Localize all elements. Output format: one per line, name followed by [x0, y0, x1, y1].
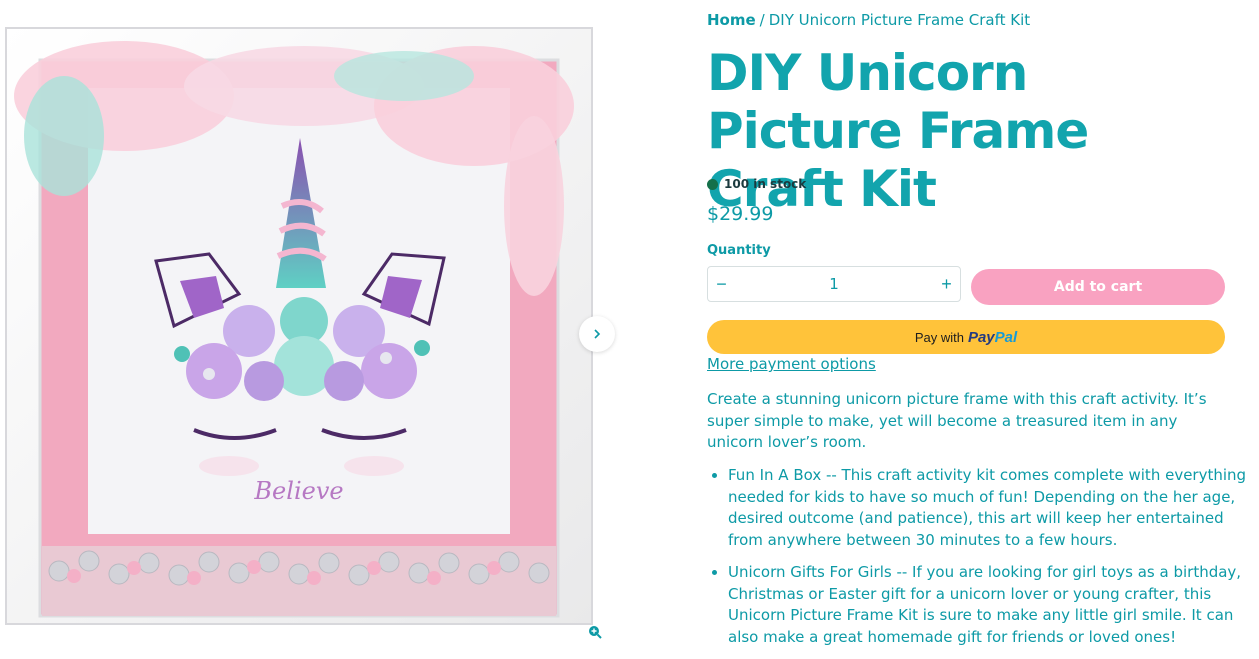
status-dot-icon — [707, 178, 718, 190]
chevron-right-icon — [594, 329, 601, 339]
zoom-button[interactable] — [585, 622, 605, 642]
paypal-logo-pay: Pay — [967, 328, 995, 346]
breadcrumb: Home / DIY Unicorn Picture Frame Craft Kit — [707, 11, 1030, 29]
stock-label: 100 in stock — [724, 177, 807, 191]
quantity-decrease-button[interactable]: − — [708, 267, 735, 301]
breadcrumb-home-link[interactable]: Home — [707, 11, 756, 29]
product-title: DIY Unicorn Picture Frame Craft Kit — [707, 44, 1089, 218]
paypal-prefix: Pay with — [914, 329, 964, 345]
quantity-increase-button[interactable]: + — [933, 267, 960, 301]
feature-list: Fun In A Box -- This craft activity kit … — [707, 465, 1248, 659]
feature-item: Fun In A Box -- This craft activity kit … — [728, 465, 1248, 551]
paypal-button[interactable]: Pay with Pay Pal — [707, 320, 1225, 354]
feature-item: Unicorn Gifts For Girls -- If you are lo… — [728, 562, 1248, 648]
image-caption: Believe — [253, 477, 343, 505]
breadcrumb-separator: / — [759, 11, 765, 29]
more-payment-options-link[interactable]: More payment options — [707, 355, 876, 373]
quantity-input[interactable] — [735, 274, 933, 294]
paypal-logo-pal: Pal — [994, 328, 1018, 346]
product-gallery: Believe — [0, 0, 620, 653]
product-description: Create a stunning unicorn picture frame … — [707, 390, 1207, 451]
stock-status: 100 in stock — [707, 177, 806, 191]
gallery-next-button[interactable] — [579, 316, 615, 352]
quantity-label: Quantity — [707, 243, 771, 258]
breadcrumb-current: DIY Unicorn Picture Frame Craft Kit — [768, 11, 1031, 29]
quantity-stepper: − + — [707, 266, 961, 302]
product-price: $29.99 — [707, 203, 774, 225]
add-to-cart-button[interactable]: Add to cart — [971, 269, 1225, 305]
product-image[interactable]: Believe — [4, 26, 594, 626]
zoom-in-icon — [589, 626, 602, 639]
